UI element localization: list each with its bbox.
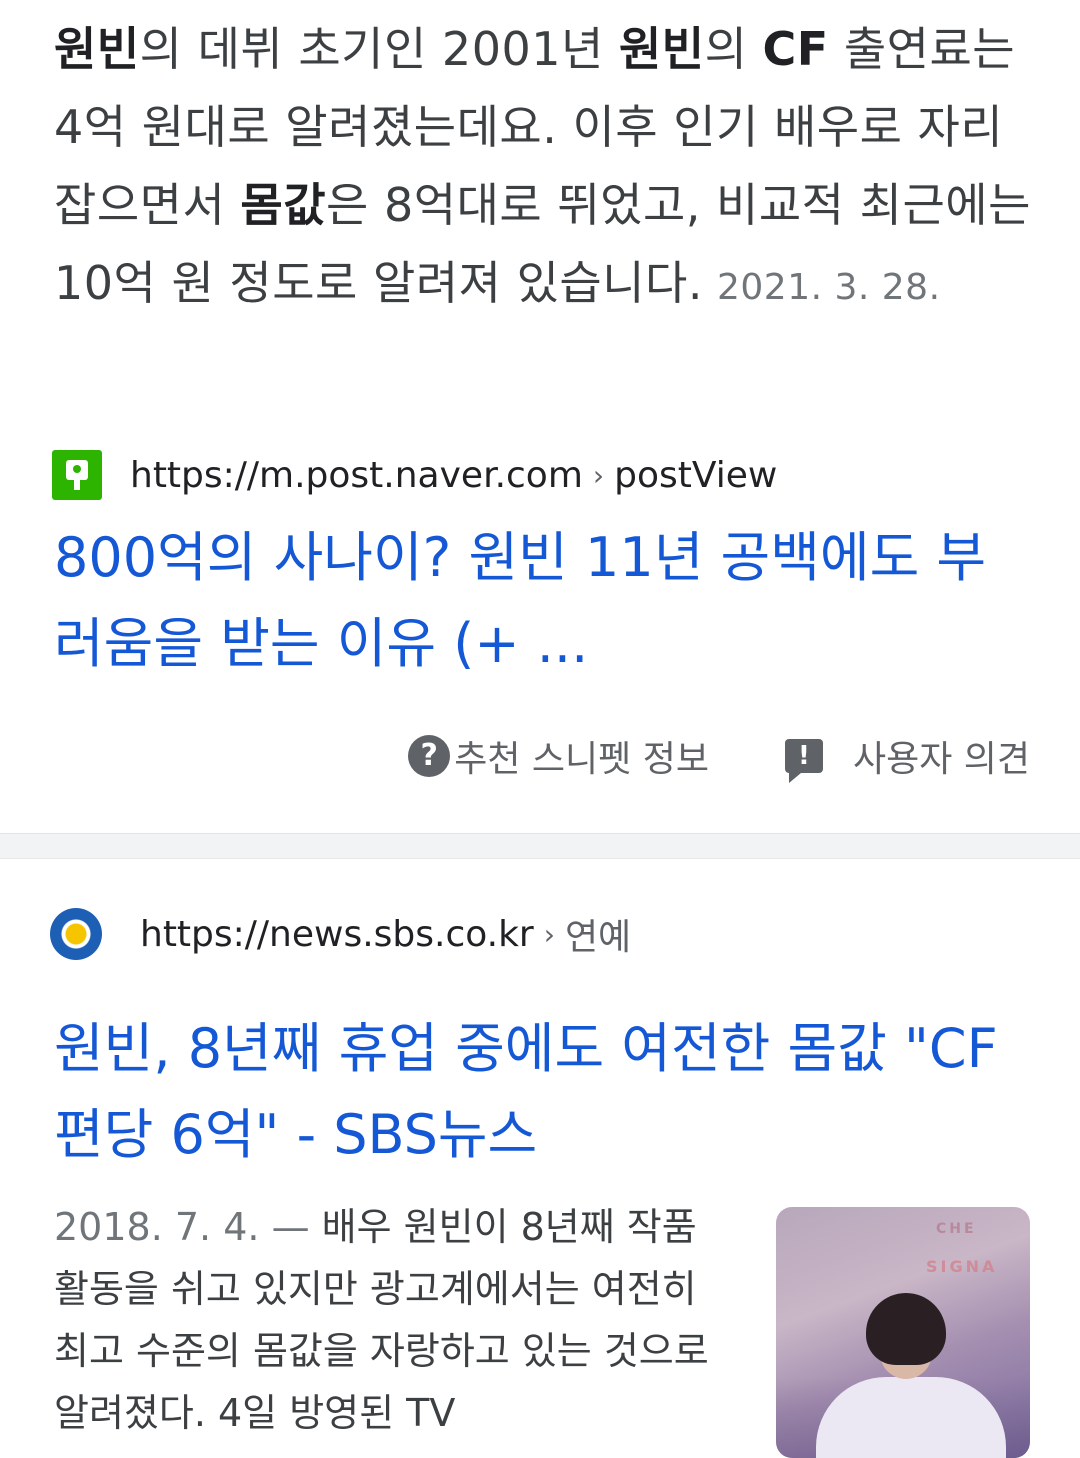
result1-url: https://m.post.naver.com — [130, 454, 583, 496]
snippet-keyword: 몸값 — [240, 178, 327, 232]
result1-source[interactable]: https://m.post.naver.com › postView — [52, 448, 777, 502]
result2-breadcrumb: 연예 — [564, 917, 632, 958]
result2-title-link[interactable]: 원빈, 8년째 휴업 중에도 여전한 몸값 "CF 편당 6억" - SBS뉴스 — [54, 1006, 1034, 1178]
result2-description: 2018. 7. 4. — 배우 원빈이 8년째 작품 활동을 쉬고 있지만 광… — [54, 1196, 734, 1444]
search-results-page: 원빈의 데뷔 초기인 2001년 원빈의 CF 출연료는 4억 원대로 알려졌는… — [0, 0, 1080, 1458]
snippet-keyword: 원빈 — [54, 22, 140, 76]
snippet-keyword: 원빈 — [618, 22, 705, 76]
snippet-actions: ? 추천 스니펫 정보 ! 사용자 의견 — [408, 726, 1030, 786]
result2-source[interactable]: https://news.sbs.co.kr › 연예 — [50, 904, 631, 964]
snippet-date: 2021. 3. 28. — [716, 267, 941, 308]
featured-snippet-info-link[interactable]: 추천 스니펫 정보 — [454, 730, 709, 782]
snippet-keyword: CF — [762, 22, 829, 76]
result2-thumbnail[interactable]: CHE SIGNA — [776, 1207, 1030, 1458]
result2-date: 2018. 7. 4. — [54, 1205, 260, 1249]
section-divider — [0, 833, 1080, 859]
help-icon[interactable]: ? — [408, 735, 451, 777]
snippet-text-segment: 의 — [704, 22, 763, 76]
thumbnail-sign-top-text: CHE — [936, 1221, 977, 1237]
feedback-icon[interactable]: ! — [784, 739, 823, 783]
result1-title-link[interactable]: 800억의 사나이? 원빈 11년 공백에도 부러움을 받는 이유 (+ ... — [54, 515, 1034, 687]
sbs-favicon-icon — [50, 908, 102, 960]
chevron-right-icon: › — [543, 917, 555, 951]
thumbnail-sign-text: SIGNA — [926, 1257, 998, 1276]
result2-date-dash: — — [271, 1205, 310, 1249]
featured-snippet-text: 원빈의 데뷔 초기인 2001년 원빈의 CF 출연료는 4억 원대로 알려졌는… — [54, 10, 1044, 327]
feedback-link[interactable]: 사용자 의견 — [853, 730, 1030, 782]
snippet-text-segment: 의 데뷔 초기인 2001년 — [139, 22, 619, 76]
chevron-right-icon: › — [592, 458, 605, 492]
result2-url: https://news.sbs.co.kr — [140, 913, 534, 955]
naver-post-favicon-icon — [52, 450, 102, 500]
result1-breadcrumb: postView — [614, 454, 778, 496]
